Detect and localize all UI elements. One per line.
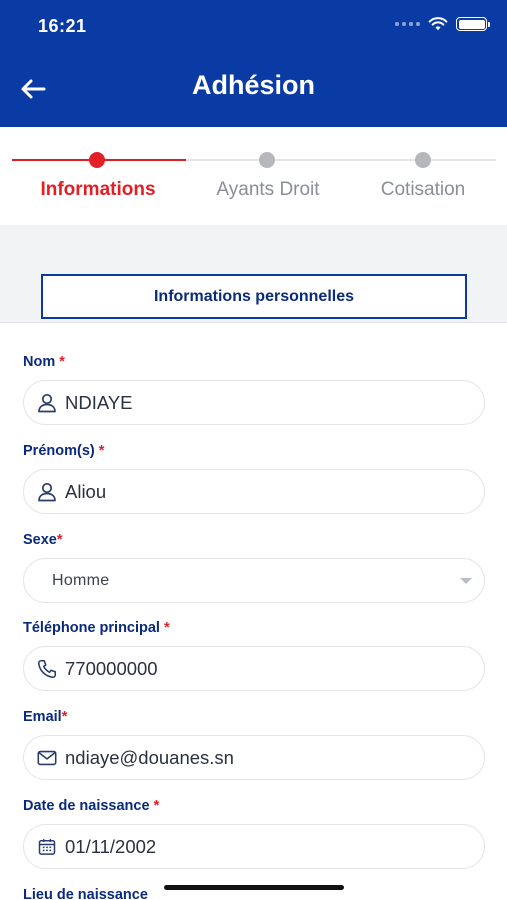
step-dot-informations bbox=[89, 152, 105, 168]
naissance-field[interactable]: 01/11/2002 bbox=[23, 824, 485, 869]
telephone-field[interactable]: 770000000 bbox=[23, 646, 485, 691]
step-track-line bbox=[186, 159, 496, 161]
naissance-value: 01/11/2002 bbox=[65, 835, 157, 857]
step-cotisation[interactable]: Cotisation bbox=[338, 179, 507, 201]
step-informations[interactable]: Informations bbox=[13, 179, 183, 201]
person-icon bbox=[34, 479, 60, 505]
sexe-label: Sexe* bbox=[23, 532, 63, 548]
step-dot-cotisation bbox=[415, 152, 431, 168]
home-indicator bbox=[164, 885, 344, 890]
sexe-value: Homme bbox=[52, 571, 110, 589]
step-dot-ayants-droit bbox=[259, 152, 275, 168]
sexe-select[interactable]: Homme bbox=[23, 558, 485, 603]
mail-icon bbox=[34, 745, 60, 771]
calendar-icon bbox=[34, 834, 60, 860]
lieu-label: Lieu de naissance bbox=[23, 887, 148, 900]
nom-value: NDIAYE bbox=[65, 391, 133, 413]
person-icon bbox=[34, 390, 60, 416]
telephone-value: 770000000 bbox=[65, 657, 158, 679]
prenom-field[interactable]: Aliou bbox=[23, 469, 485, 514]
nom-field[interactable]: NDIAYE bbox=[23, 380, 485, 425]
personal-info-section-button[interactable]: Informations personnelles bbox=[41, 274, 467, 319]
battery-icon bbox=[456, 17, 490, 31]
page-title: Adhésion bbox=[191, 70, 315, 100]
email-field[interactable]: ndiaye@douanes.sn bbox=[23, 735, 485, 780]
app-header: 16:21 Adhésion bbox=[0, 0, 507, 127]
prenom-label: Prénom(s) * bbox=[23, 443, 105, 459]
signal-icon bbox=[395, 22, 420, 26]
status-time: 16:21 bbox=[38, 16, 87, 36]
email-value: ndiaye@douanes.sn bbox=[65, 746, 234, 768]
chevron-down-icon bbox=[460, 578, 472, 584]
prenom-value: Aliou bbox=[65, 480, 107, 502]
stepper: Informations Ayants Droit Cotisation bbox=[0, 127, 507, 225]
phone-icon bbox=[34, 656, 60, 682]
nom-label: Nom * bbox=[23, 354, 65, 370]
telephone-label: Téléphone principal * bbox=[23, 620, 170, 636]
status-icons bbox=[395, 17, 490, 31]
step-ayants-droit[interactable]: Ayants Droit bbox=[183, 179, 353, 201]
wifi-icon bbox=[428, 17, 448, 31]
email-label: Email* bbox=[23, 709, 68, 725]
naissance-label: Date de naissance * bbox=[23, 798, 160, 814]
